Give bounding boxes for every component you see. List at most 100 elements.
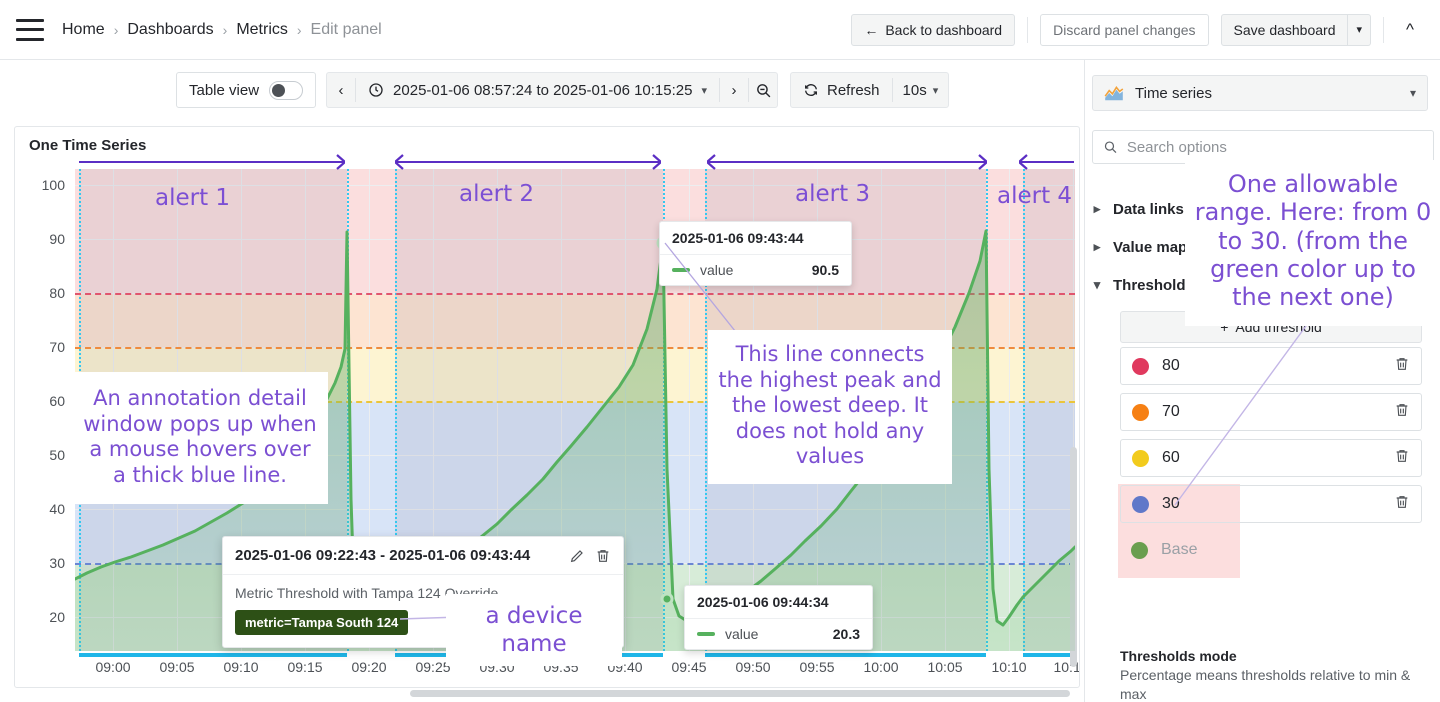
search-input[interactable]: [1126, 138, 1423, 156]
y-tick-label: 30: [49, 555, 65, 571]
y-tick-label: 50: [49, 447, 65, 463]
trash-icon[interactable]: [1394, 402, 1410, 423]
y-tick-label: 70: [49, 339, 65, 355]
y-tick-label: 80: [49, 285, 65, 301]
x-tick-label: 09:45: [671, 659, 707, 675]
time-range-picker[interactable]: 2025-01-06 08:57:24 to 2025-01-06 10:15:…: [356, 73, 719, 107]
time-range-controls: ‹ 2025-01-06 08:57:24 to 2025-01-06 10:1…: [326, 72, 778, 108]
table-view-label: Table view: [189, 81, 260, 99]
page-scrollbar-horizontal[interactable]: [410, 690, 1070, 697]
note-allowable-range: One allowable range. Here: from 0 to 30.…: [1185, 160, 1440, 326]
time-range-value: 2025-01-06 08:57:24 to 2025-01-06 10:15:…: [393, 81, 693, 99]
topbar-actions: ← Back to dashboard Discard panel change…: [851, 13, 1424, 46]
chevron-down-icon: ▾: [701, 84, 707, 97]
time-shift-forward-button[interactable]: ›: [720, 73, 748, 107]
x-tick-label: 09:20: [351, 659, 387, 675]
chevron-right-icon: ›: [113, 21, 119, 38]
note-device-name: a device name: [446, 594, 622, 667]
options-section-label: Thresholds: [1113, 276, 1194, 294]
trash-icon[interactable]: [1394, 448, 1410, 469]
divider: [1383, 16, 1385, 43]
clock-icon: [369, 83, 383, 97]
table-view-switch[interactable]: [269, 80, 304, 100]
note-text: One allowable range. Here: from 0 to 30.…: [1194, 170, 1432, 312]
y-tick-label: 100: [41, 177, 65, 193]
refresh-button[interactable]: Refresh: [791, 73, 892, 107]
threshold-value: Base: [1161, 541, 1198, 558]
top-navbar: Home › Dashboards › Metrics › Edit panel…: [0, 0, 1440, 60]
threshold-color-swatch-icon[interactable]: [1132, 403, 1149, 421]
refresh-icon: [805, 84, 817, 96]
annotation-bar-alert-1[interactable]: [79, 653, 347, 657]
threshold-color-swatch-icon[interactable]: [1132, 357, 1149, 375]
thresholds-mode-description: Percentage means thresholds relative to …: [1120, 667, 1411, 702]
time-shift-back-button[interactable]: ‹: [327, 73, 355, 107]
note-text: An annotation detail window pops up when…: [83, 386, 317, 487]
note-annotation-window: An annotation detail window pops up when…: [72, 372, 328, 505]
visualization-picker[interactable]: Time series ▾: [1092, 75, 1428, 111]
options-section-label: Data links: [1113, 200, 1184, 218]
discard-panel-changes-button[interactable]: Discard panel changes: [1040, 13, 1209, 46]
breadcrumb: Home › Dashboards › Metrics › Edit panel: [62, 21, 382, 39]
x-tick-label: 10:05: [927, 659, 963, 675]
x-tick-label: 10:10: [991, 659, 1027, 675]
save-dashboard-button[interactable]: Save dashboard: [1220, 13, 1349, 46]
thresholds-mode-title: Thresholds mode: [1120, 648, 1237, 664]
allowable-range-leader-line: [1174, 300, 1326, 506]
search-icon: [1104, 141, 1117, 153]
back-to-dashboard-label: Back to dashboard: [885, 21, 1003, 38]
zoom-out-button[interactable]: [749, 73, 777, 107]
refresh-interval-value: 10s: [902, 81, 927, 99]
refresh-label: Refresh: [827, 81, 880, 99]
x-tick-label: 10:00: [863, 659, 899, 675]
chevron-right-icon: ▸: [1093, 201, 1101, 216]
collapse-toolbar-button[interactable]: ^: [1396, 20, 1424, 40]
chevron-right-icon: ›: [222, 21, 228, 38]
threshold-color-swatch-icon[interactable]: [1131, 541, 1148, 559]
breadcrumb-item-home[interactable]: Home: [62, 21, 105, 39]
y-tick-label: 40: [49, 501, 65, 517]
search-options-field[interactable]: [1092, 130, 1434, 164]
time-series-icon: [1104, 86, 1124, 101]
breadcrumb-item-edit-panel: Edit panel: [310, 20, 382, 38]
save-dashboard-dropdown-button[interactable]: ▾: [1348, 13, 1372, 46]
y-tick-label: 60: [49, 393, 65, 409]
threshold-row-base[interactable]: Base: [1120, 531, 1422, 569]
table-view-toggle[interactable]: Table view: [176, 72, 317, 108]
chevron-down-icon: ▾: [1356, 24, 1363, 36]
panel-toolbar: Table view ‹ 2025-01-06 08:57:24 to 2025…: [0, 60, 1080, 120]
refresh-controls: Refresh 10s ▾: [790, 72, 950, 108]
trash-icon[interactable]: [1394, 494, 1410, 515]
chevron-down-icon: ▾: [932, 84, 939, 97]
y-tick-label: 90: [49, 231, 65, 247]
x-tick-label: 09:55: [799, 659, 835, 675]
y-tick-label: 20: [49, 609, 65, 625]
x-tick-label: 09:15: [287, 659, 323, 675]
trash-icon[interactable]: [1394, 356, 1410, 377]
threshold-color-swatch-icon[interactable]: [1132, 495, 1149, 513]
threshold-color-swatch-icon[interactable]: [1132, 449, 1149, 467]
arrow-left-icon: ←: [864, 21, 879, 38]
x-tick-label: 09:00: [95, 659, 131, 675]
visualization-name: Time series: [1135, 84, 1212, 102]
y-axis: 100 90 80 70 60 50 40 30 20: [15, 169, 73, 651]
divider: [1027, 16, 1029, 43]
chevron-right-icon: ▸: [1093, 239, 1101, 254]
page-title: One Time Series: [29, 137, 147, 154]
x-tick-label: 09:50: [735, 659, 771, 675]
breadcrumb-item-metrics[interactable]: Metrics: [236, 21, 288, 39]
note-connecting-line: This line connects the highest peak and …: [708, 330, 952, 485]
hamburger-icon[interactable]: [16, 18, 44, 41]
zoom-out-icon: [756, 83, 770, 97]
annotation-bar-alert-4[interactable]: [1023, 653, 1075, 657]
breadcrumb-item-dashboards[interactable]: Dashboards: [127, 21, 213, 39]
chevron-right-icon: ›: [296, 21, 302, 38]
annotation-bar-alert-3[interactable]: [705, 653, 986, 657]
chevron-down-icon: ▾: [1093, 277, 1101, 292]
note-text: This line connects the highest peak and …: [718, 342, 942, 469]
note-text: a device name: [485, 603, 583, 658]
x-tick-label: 09:10: [223, 659, 259, 675]
x-tick-label: 09:05: [159, 659, 195, 675]
refresh-interval-picker[interactable]: 10s ▾: [893, 73, 949, 107]
back-to-dashboard-button[interactable]: ← Back to dashboard: [851, 13, 1016, 46]
